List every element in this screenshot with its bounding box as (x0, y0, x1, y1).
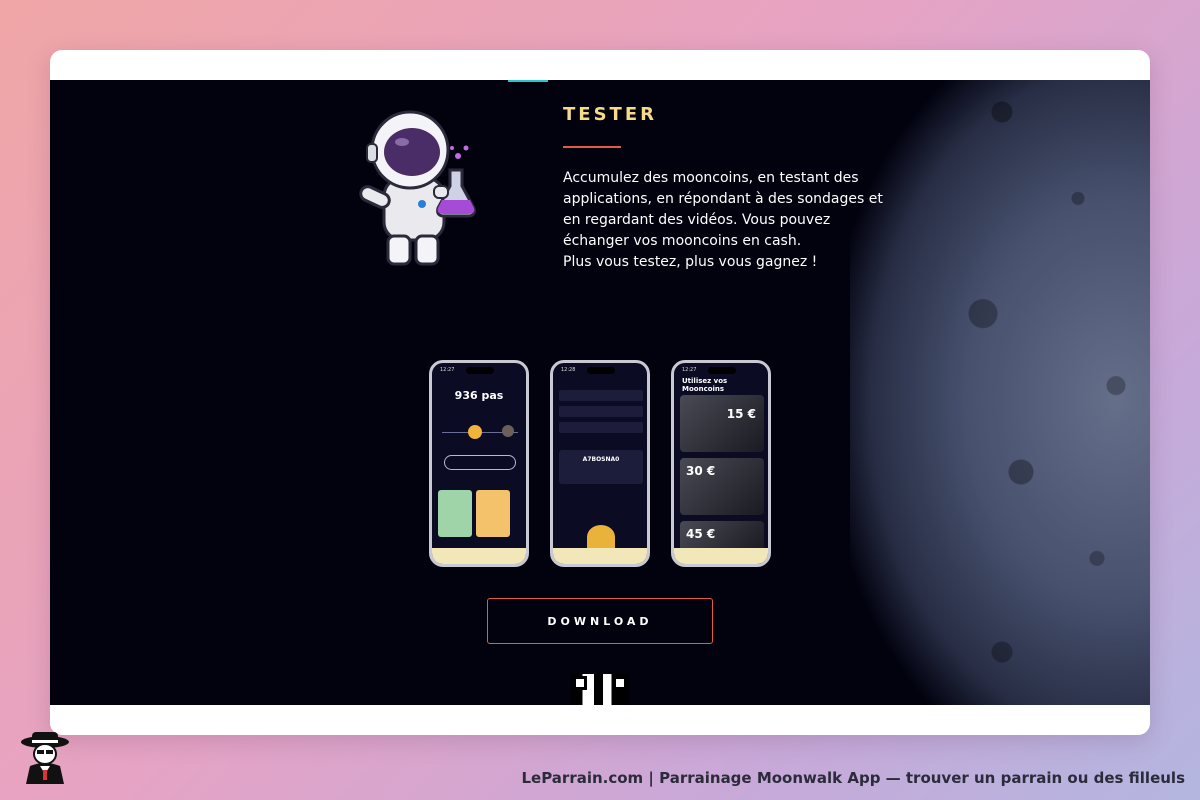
qr-code-icon[interactable] (571, 674, 629, 705)
description-line: Accumulez des mooncoins, en testant des (563, 170, 859, 186)
moonwalk-tester-section: TESTER Accumulez des mooncoins, en testa… (50, 80, 1150, 705)
leparrain-logo-icon (21, 732, 69, 784)
phone-tab-bar (674, 548, 768, 564)
description-line: applications, en répondant à des sondage… (563, 191, 883, 207)
footer-caption: LeParrain.com | Parrainage Moonwalk App … (521, 769, 1185, 787)
phone-screenshot-steps: 12:27 936 pas (429, 360, 529, 567)
phone-status-time: 12:27 (440, 367, 455, 373)
phone-notch (708, 367, 736, 374)
rewards-heading: Utilisez vos Mooncoins (682, 377, 728, 393)
download-button[interactable]: DOWNLOAD (487, 598, 713, 644)
phone-notch (587, 367, 615, 374)
phone-tab-bar (432, 548, 526, 564)
description-line: Plus vous testez, plus vous gagnez ! (563, 254, 818, 270)
phone-tab-bar (553, 548, 647, 564)
astronaut-scientist-icon (359, 110, 476, 266)
description-line: en regardant des vidéos. Vous pouvez (563, 212, 831, 228)
phone-screenshot-rewards: 12:27 Utilisez vos Mooncoins 15 € 30 € 4… (671, 360, 771, 567)
leaderboard-row (559, 422, 643, 433)
qr-finder (613, 676, 627, 690)
offer-card (438, 490, 472, 537)
planet-icon (468, 425, 482, 439)
referral-code-box: A7BOSNA0 (559, 450, 643, 484)
phone-status-time: 12:27 (682, 367, 697, 373)
reward-amount: 15 € (726, 407, 756, 421)
referral-code: A7BOSNA0 (582, 456, 620, 463)
reward-tile: 15 € (680, 395, 764, 452)
browser-frame: TESTER Accumulez des mooncoins, en testa… (50, 50, 1150, 735)
description-line: échanger vos mooncoins en cash. (563, 233, 802, 249)
leaderboard-row (559, 406, 643, 417)
moon-illustration (587, 525, 615, 549)
info-pill (444, 455, 516, 470)
reward-tile: 30 € (680, 458, 764, 515)
phone-notch (466, 367, 494, 374)
leaderboard-row (559, 390, 643, 401)
reward-tile: 45 € (680, 521, 764, 551)
planet-icon (502, 425, 514, 437)
step-counter: 936 pas (454, 389, 504, 402)
section-title: TESTER (563, 104, 657, 125)
qr-finder (573, 676, 587, 690)
reward-amount: 30 € (686, 464, 716, 478)
phone-screenshot-referral: 12:28 A7BOSNA0 (550, 360, 650, 567)
offer-card (476, 490, 510, 537)
title-underline (563, 146, 621, 148)
section-description: Accumulez des mooncoins, en testant des … (563, 168, 903, 273)
phone-status-time: 12:28 (561, 367, 576, 373)
reward-amount: 45 € (686, 527, 716, 541)
